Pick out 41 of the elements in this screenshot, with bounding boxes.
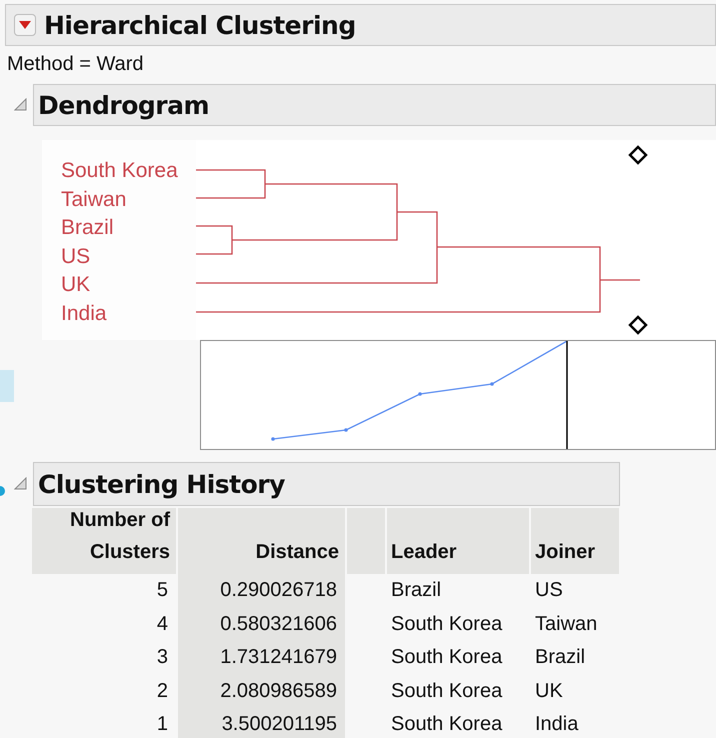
table-cell: 3.500201195	[178, 708, 345, 738]
table-cell-text: Taiwan	[534, 612, 598, 636]
column-header: Distance	[178, 508, 345, 574]
table-cell-text: 3	[156, 645, 169, 670]
table-cell-text: 1	[156, 712, 169, 737]
table-cell-text: India	[534, 712, 580, 737]
table-cell-text: 5	[156, 578, 169, 603]
method-label: Method = Ward	[6, 52, 145, 77]
table-cell-text: US	[534, 578, 564, 603]
column-header: Joiner	[531, 508, 619, 574]
section-title: Dendrogram	[37, 90, 210, 120]
table-cell-text: South Korea	[390, 612, 504, 636]
leaf-label: US	[61, 244, 92, 270]
report-title: Hierarchical Clustering	[43, 10, 356, 40]
table-cell-text: South Korea	[390, 645, 504, 670]
table-cell-text: South Korea	[390, 678, 504, 704]
leaf-label: Taiwan	[61, 186, 128, 213]
scroll-marker	[0, 370, 14, 402]
table-cell-text: 4	[156, 612, 169, 636]
table-cell: 2.080986589	[178, 674, 345, 708]
column-header: Leader	[387, 508, 529, 574]
column-header: Number of Clusters	[32, 508, 176, 574]
table-cell-text: South Korea	[390, 712, 504, 737]
table-cell-text: Brazil	[390, 578, 442, 603]
section-title: Clustering History	[37, 470, 285, 498]
menu-button[interactable]	[14, 14, 36, 36]
diamond-handle-icon	[627, 314, 649, 336]
disclosure-toggle[interactable]	[14, 476, 29, 492]
disclosure-toggle[interactable]	[14, 98, 29, 112]
table-cell: 0.580321606	[178, 608, 345, 641]
leaf-label: South Korea	[61, 158, 179, 184]
table-cell-text: UK	[534, 678, 564, 704]
table-cell-text: Brazil	[534, 645, 586, 670]
table-cell-text: 2	[156, 678, 169, 704]
leaf-label: India	[61, 300, 108, 327]
diamond-handle-icon	[627, 144, 649, 166]
table-cell: 1.731241679	[178, 641, 345, 674]
caret-icon	[19, 21, 31, 29]
table-cell: 0.290026718	[178, 574, 345, 608]
leaf-label: Brazil	[61, 215, 115, 242]
leaf-label: UK	[61, 272, 92, 298]
